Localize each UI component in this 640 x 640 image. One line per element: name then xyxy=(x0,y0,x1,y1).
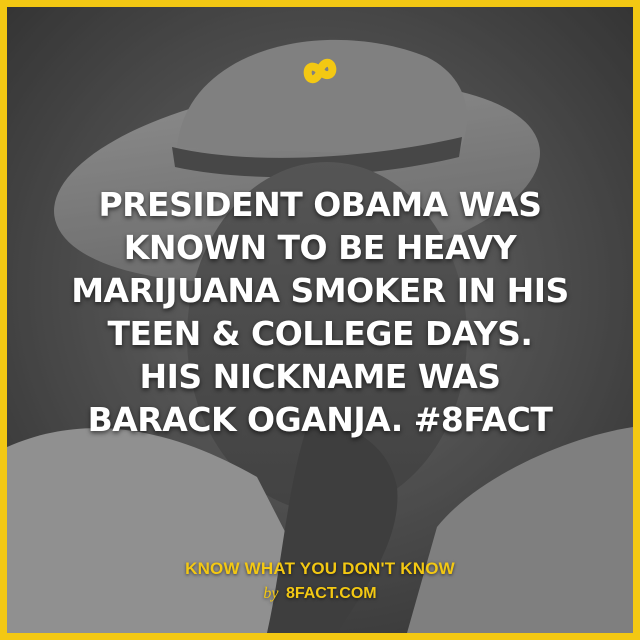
fact-line: TEEN & COLLEGE DAYS. xyxy=(107,314,533,353)
infinity-8-icon xyxy=(303,58,337,84)
site-link[interactable]: 8FACT.COM xyxy=(286,585,377,602)
by-label: by xyxy=(263,585,279,602)
fact-text: PRESIDENT OBAMA WAS KNOWN TO BE HEAVY MA… xyxy=(27,183,613,441)
byline: by 8FACT.COM xyxy=(7,585,633,603)
fact-line: PRESIDENT OBAMA WAS xyxy=(98,185,542,224)
fact-line: BARACK OGANJA. #8FACT xyxy=(87,400,553,439)
fact-line: MARIJUANA SMOKER IN HIS xyxy=(71,271,569,310)
fact-line: KNOWN TO BE HEAVY xyxy=(123,228,517,267)
tagline: KNOW WHAT YOU DON'T KNOW xyxy=(185,559,455,578)
fact-card: PRESIDENT OBAMA WAS KNOWN TO BE HEAVY MA… xyxy=(0,0,640,640)
fact-line: HIS NICKNAME WAS xyxy=(139,357,501,396)
